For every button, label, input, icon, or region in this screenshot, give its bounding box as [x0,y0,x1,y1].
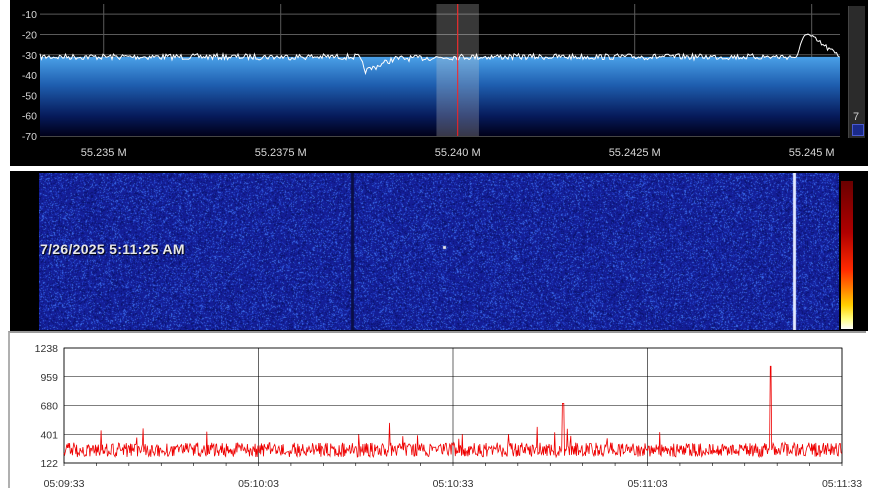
timeseries-x-tick-label: 05:11:33 [822,478,862,490]
timeseries-x-tick-label: 05:10:03 [238,478,279,490]
timeseries-y-tick-label: 1238 [35,343,59,355]
gain-slider-thumb[interactable] [852,124,864,136]
spectrum-x-tick-label: 55.235 M [81,147,127,159]
timeseries-x-tick-label: 05:11:03 [627,478,667,490]
timeseries-x-tick-label: 05:09:33 [44,478,85,490]
spectrum-y-tick-label: -40 [22,70,37,82]
spectrum-y-tick-label: -70 [22,131,37,143]
timeseries-x-tick-label: 05:10:33 [433,478,474,490]
spectrum-plot[interactable]: -10-20-30-40-50-60-70 55.235 M 55.2375 M5… [10,0,868,166]
spectrum-x-tick-label: 55.245 M [789,147,835,159]
spectrum-y-tick-label: -50 [22,90,37,102]
timeseries-x-axis: 05:09:33 05:10:03 05:10:33 05:11:03 05:11:33 [44,478,863,490]
spectrum-y-tick-label: -30 [22,50,37,62]
timeseries-y-tick-label: 122 [40,458,58,470]
sdr-receiver-window: -10 -20 -30 -40 -50 -60 -70 55.235 M 55.2375 M5… [0,0,888,490]
spectrum-x-tick-label: 55.2375 M [255,147,307,159]
gain-value: 7 [853,111,860,123]
spectrum-panel[interactable]: -10 -20 -30 -40 -50 -60 -70 55.235 M 55.2375 M5… [10,0,868,166]
spectrum-x-tick-label: 55.240 M [435,147,481,159]
spectrum-x-tick-label: 55.2425 M [609,147,661,159]
waterfall-timestamp: 7/26/2025 5:11:25 AM [40,241,185,257]
timeseries-plot[interactable]: 1238 959 680 401 122 05:09:33 05:10:03 05:10:3… [10,333,868,490]
spectrum-y-tick-label: -20 [22,29,37,41]
timeseries-y-tick-label: 680 [40,401,58,413]
timeseries-y-tick-label: 401 [40,429,58,441]
spectrum-y-tick-label: -10 [22,9,37,21]
timeseries-panel[interactable]: 1238 959 680 401 122 05:09:33 05:10:03 05:10:3… [8,331,868,490]
spectrum-y-tick-label: -60 [22,111,37,123]
waterfall-panel[interactable]: 7/26/2025 5:11:25 AM [10,171,868,331]
waterfall-color-scale [841,181,853,329]
spectrum-y-axis: -10 -20 -30 -40 -50 -60 -70 [22,9,37,143]
timeseries-y-tick-label: 959 [40,372,58,384]
spectrum-x-axis: 55.235 M 55.2375 M 55.240 M 55.2425 M 55.245… [81,147,835,159]
timeseries-y-axis: 1238 959 680 401 122 [35,343,59,470]
